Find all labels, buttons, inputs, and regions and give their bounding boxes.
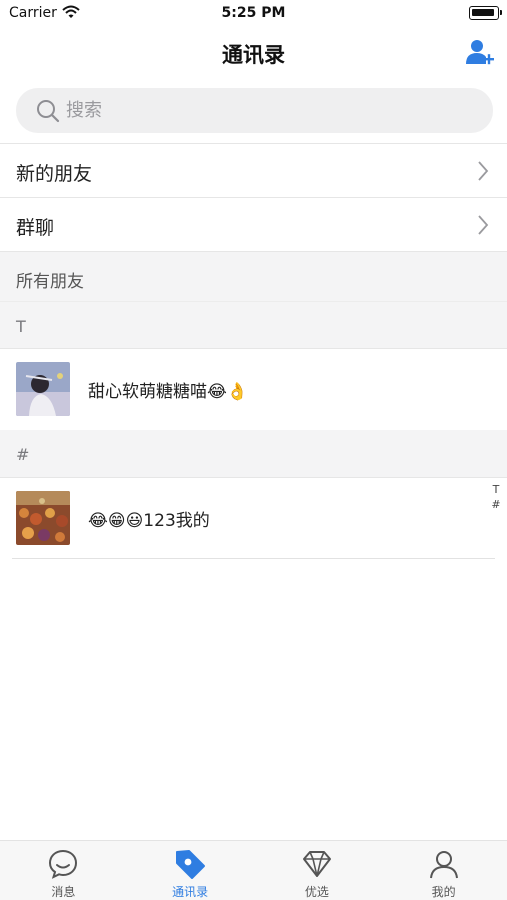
group-chat-row[interactable]: 群聊 xyxy=(0,197,507,251)
section-letter: T xyxy=(16,317,26,336)
tab-featured[interactable]: 优选 xyxy=(254,841,381,900)
clock: 5:25 PM xyxy=(221,5,286,21)
diamond-icon xyxy=(301,848,333,884)
search-bar[interactable] xyxy=(16,88,493,133)
person-icon xyxy=(428,848,460,884)
contact-row[interactable]: 😂😁😃123我的 xyxy=(0,479,507,559)
page-title: 通讯录 xyxy=(222,43,285,67)
tag-icon xyxy=(174,848,206,884)
section-letter: # xyxy=(16,445,30,464)
tab-messages[interactable]: 消息 xyxy=(0,841,127,900)
all-friends-header: 所有朋友 xyxy=(0,251,507,301)
contact-row[interactable]: 甜心软萌糖糖喵😂👌 xyxy=(0,350,507,430)
chat-bubble-icon xyxy=(47,848,79,884)
tab-label: 消息 xyxy=(51,885,76,899)
battery-icon xyxy=(469,6,502,20)
section-index-bar[interactable]: T # xyxy=(491,482,501,512)
tab-label: 我的 xyxy=(431,885,456,899)
chevron-right-icon xyxy=(477,214,489,240)
contact-name: 甜心软萌糖糖喵😂👌 xyxy=(88,382,249,402)
index-letter-hash[interactable]: # xyxy=(491,497,501,512)
all-friends-label: 所有朋友 xyxy=(16,272,84,292)
tab-contacts[interactable]: 通讯录 xyxy=(127,841,254,900)
search-input[interactable] xyxy=(66,88,466,133)
search-icon xyxy=(36,99,60,127)
divider xyxy=(12,558,495,559)
status-bar: Carrier 5:25 PM xyxy=(0,0,507,28)
tab-label: 优选 xyxy=(304,885,329,899)
new-friends-label: 新的朋友 xyxy=(16,163,93,185)
contact-name: 😂😁😃123我的 xyxy=(88,511,210,531)
section-header-t: T xyxy=(0,301,507,349)
avatar xyxy=(16,362,70,416)
avatar xyxy=(16,491,70,545)
chevron-right-icon xyxy=(477,160,489,186)
new-friends-row[interactable]: 新的朋友 xyxy=(0,143,507,197)
section-header-hash: # xyxy=(0,430,507,478)
tab-bar: 消息 通讯录 优选 我的 xyxy=(0,840,507,900)
group-chat-label: 群聊 xyxy=(16,217,55,239)
nav-bar: 通讯录 xyxy=(0,28,507,78)
add-contact-icon[interactable] xyxy=(465,38,495,68)
index-letter-t[interactable]: T xyxy=(491,482,501,497)
tab-label: 通讯录 xyxy=(172,885,209,899)
tab-me[interactable]: 我的 xyxy=(380,841,507,900)
